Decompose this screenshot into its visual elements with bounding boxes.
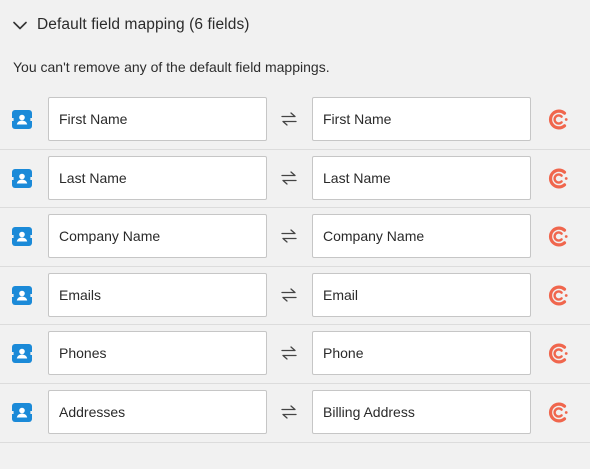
target-field[interactable]: First Name <box>312 97 531 141</box>
mapping-list: First Name First Name Last Name Last Nam… <box>0 91 590 443</box>
mapping-row: Last Name Last Name <box>0 150 590 209</box>
target-field[interactable]: Email <box>312 272 531 317</box>
contact-card-icon <box>12 168 32 188</box>
app-c-logo-icon <box>547 225 570 248</box>
app-c-logo-icon <box>547 401 570 424</box>
source-field[interactable]: Addresses <box>48 389 267 434</box>
mapping-row: Company Name Company Name <box>0 208 590 267</box>
contact-card-icon <box>12 110 32 129</box>
source-field[interactable]: Phones <box>48 331 267 376</box>
mapping-row: Phones Phone <box>0 325 590 384</box>
target-field[interactable]: Billing Address <box>312 389 531 434</box>
mapping-row: Addresses Billing Address <box>0 384 590 443</box>
contact-card-icon <box>12 344 32 364</box>
contact-card-icon <box>12 227 32 247</box>
target-field[interactable]: Phone <box>312 331 531 376</box>
swap-arrows-icon <box>280 345 298 361</box>
section-toggle[interactable]: Default field mapping (6 fields) <box>12 13 250 37</box>
mapping-row: First Name First Name <box>0 91 590 150</box>
app-c-logo-icon <box>547 108 570 131</box>
target-field[interactable]: Last Name <box>312 155 531 200</box>
source-field[interactable]: Last Name <box>48 155 267 200</box>
target-field[interactable]: Company Name <box>312 214 531 259</box>
swap-arrows-icon <box>280 111 298 127</box>
swap-arrows-icon <box>280 287 298 303</box>
swap-arrows-icon <box>280 170 298 186</box>
source-field[interactable]: Emails <box>48 272 267 317</box>
swap-arrows-icon <box>280 228 298 244</box>
chevron-down-icon[interactable] <box>12 17 28 33</box>
source-field[interactable]: First Name <box>48 97 267 141</box>
default-mapping-notice: You can't remove any of the default fiel… <box>13 59 330 75</box>
app-c-logo-icon <box>547 167 570 190</box>
source-field[interactable]: Company Name <box>48 214 267 259</box>
mapping-row: Emails Email <box>0 267 590 326</box>
contact-card-icon <box>12 285 32 305</box>
swap-arrows-icon <box>280 404 298 420</box>
app-c-logo-icon <box>547 342 570 365</box>
app-c-logo-icon <box>547 284 570 307</box>
section-title: Default field mapping (6 fields) <box>37 16 250 33</box>
contact-card-icon <box>12 402 32 422</box>
